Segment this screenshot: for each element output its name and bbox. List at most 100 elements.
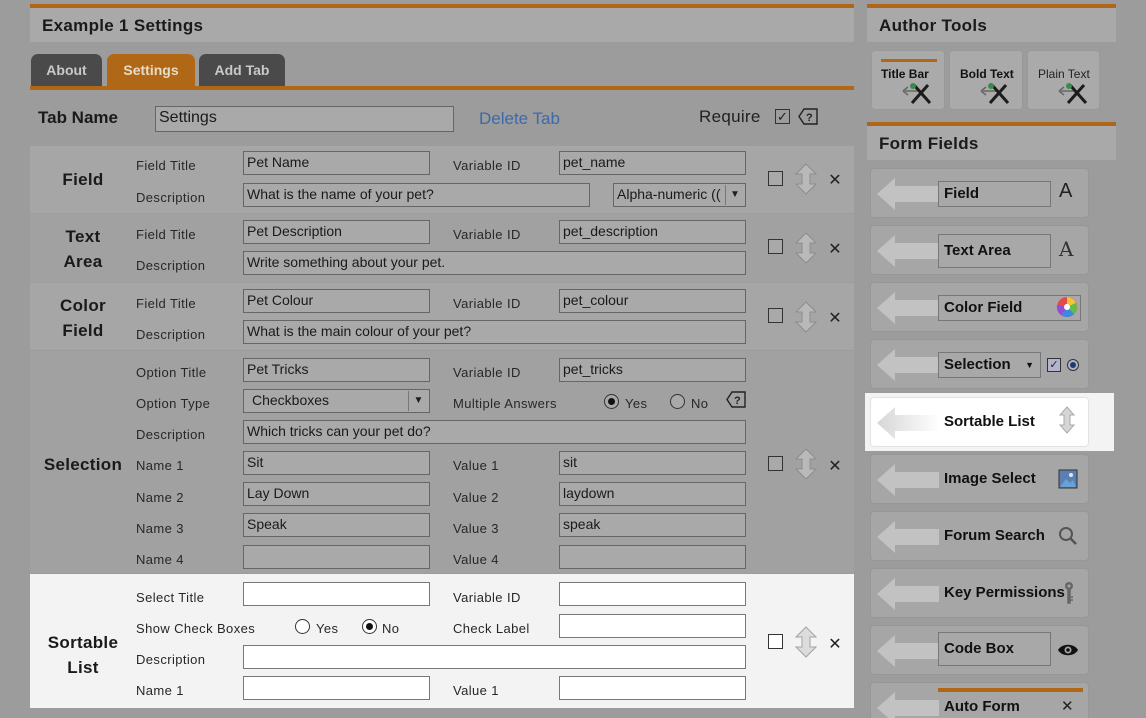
variable-id-input[interactable]: pet_colour [559,289,746,313]
form-field-forum-search[interactable]: Forum Search [870,511,1089,561]
auto-form-accent [938,688,1083,692]
arrows-up-down-icon[interactable] [795,301,817,333]
form-field-color-field[interactable]: Color Field [870,282,1089,332]
form-field-auto-form[interactable]: Auto Form ✕ [870,682,1089,718]
variable-id-input[interactable]: pet_tricks [559,358,746,382]
select-title-input[interactable] [243,582,430,606]
arrows-up-down-icon[interactable] [795,163,817,195]
close-icon[interactable]: ✕ [828,239,842,259]
description-label: Description [136,258,206,273]
show-cb-yes-radio[interactable] [295,619,310,634]
variable-id-label: Variable ID [453,590,521,605]
form-field-sortable-list[interactable]: Sortable List [870,397,1089,447]
help-tag-icon[interactable]: ? [726,391,746,408]
arrows-up-down-icon[interactable] [795,626,817,658]
bold-text-tool[interactable]: Bold Text [949,50,1023,110]
row-checkbox[interactable] [768,308,783,323]
value-input[interactable]: laydown [559,482,746,506]
yes-label: Yes [625,396,648,411]
form-field-field[interactable]: Field A [870,168,1089,218]
drag-left-arrow-icon [877,235,939,267]
tab-name-input[interactable]: Settings [155,106,454,132]
font-a-icon: A [1059,180,1073,202]
variable-id-input[interactable] [559,582,746,606]
chevron-down-icon[interactable]: ▼ [725,185,744,205]
field-title-input[interactable]: Pet Name [243,151,430,175]
description-input[interactable]: Which tricks can your pet do? [243,420,746,444]
arrows-up-down-icon[interactable] [795,448,817,480]
delete-tab-link[interactable]: Delete Tab [479,109,560,129]
search-icon [1059,527,1077,545]
form-field-selection[interactable]: Selection ▼ ✓ [870,339,1089,389]
name-input[interactable] [243,676,430,700]
description-input[interactable] [243,645,746,669]
field-title-label: Field Title [136,296,197,311]
value-input[interactable] [559,545,746,569]
drag-left-arrow-icon [877,578,939,610]
description-input[interactable]: What is the name of your pet? [243,183,590,207]
tab-add[interactable]: Add Tab [199,54,285,86]
row-checkbox[interactable] [768,634,783,649]
row-checkbox[interactable] [768,171,783,186]
close-icon[interactable]: ✕ [828,308,842,328]
check-label-input[interactable] [559,614,746,638]
svg-text:?: ? [806,112,813,124]
name-input[interactable]: Lay Down [243,482,430,506]
value-label: Value 4 [453,552,499,567]
drag-left-arrow-icon [877,521,939,553]
name-input[interactable] [243,545,430,569]
value-label: Value 2 [453,490,499,505]
value-label: Value 3 [453,521,499,536]
checkbox-icon: ✓ [1047,358,1061,372]
value-input[interactable] [559,676,746,700]
auto-form-label: Auto Form [944,698,1020,715]
row-checkbox[interactable] [768,456,783,471]
multiple-yes-radio[interactable] [604,394,619,409]
form-field-code-box[interactable]: Code Box [870,625,1089,675]
variable-id-input[interactable]: pet_name [559,151,746,175]
tab-underline [30,86,854,90]
description-input[interactable]: Write something about your pet. [243,251,746,275]
value-input[interactable]: sit [559,451,746,475]
form-field-image-select[interactable]: Image Select [870,454,1089,504]
section-field: Field [62,170,104,189]
option-type-label: Option Type [136,396,211,411]
variable-id-input[interactable]: pet_description [559,220,746,244]
close-icon[interactable]: ✕ [828,634,842,654]
option-type-select[interactable]: Checkboxes [243,389,430,413]
tab-settings[interactable]: Settings [107,54,195,86]
multiple-no-radio[interactable] [670,394,685,409]
name-input[interactable]: Sit [243,451,430,475]
close-icon[interactable]: ✕ [828,170,842,190]
drag-left-arrow-icon [877,407,939,439]
tab-about[interactable]: About [31,54,102,86]
help-tag-icon[interactable]: ? [798,108,818,125]
section-selection: Selection [43,455,123,474]
title-bar-accent [881,59,937,62]
show-cb-no-radio[interactable] [362,619,377,634]
arrows-up-down-icon[interactable] [795,232,817,264]
bold-text-tool-label: Bold Text [960,67,1014,81]
require-checkbox[interactable]: ✓ [775,109,790,124]
name-input[interactable]: Speak [243,513,430,537]
chevron-down-icon[interactable]: ▼ [408,391,428,411]
section-text-area: Text Area [63,227,103,271]
name-label: Name 1 [136,683,184,698]
name-label: Name 3 [136,521,184,536]
option-title-input[interactable]: Pet Tricks [243,358,430,382]
tab-name-label: Tab Name [38,108,118,127]
font-a-icon: A [1059,237,1074,261]
close-icon[interactable]: ✕ [828,456,842,476]
wrench-screwdriver-icon [980,83,1010,104]
title-bar-tool[interactable]: Title Bar [871,50,945,110]
value-input[interactable]: speak [559,513,746,537]
plain-text-tool[interactable]: Plain Text [1027,50,1100,110]
form-field-key-permissions[interactable]: Key Permissions [870,568,1089,618]
field-title-input[interactable]: Pet Colour [243,289,430,313]
field-title-input[interactable]: Pet Description [243,220,430,244]
form-field-text-area[interactable]: Text Area A [870,225,1089,275]
description-input[interactable]: What is the main colour of your pet? [243,320,746,344]
form-fields-header: Form Fields [867,122,1116,160]
row-checkbox[interactable] [768,239,783,254]
eye-icon [1058,644,1078,656]
